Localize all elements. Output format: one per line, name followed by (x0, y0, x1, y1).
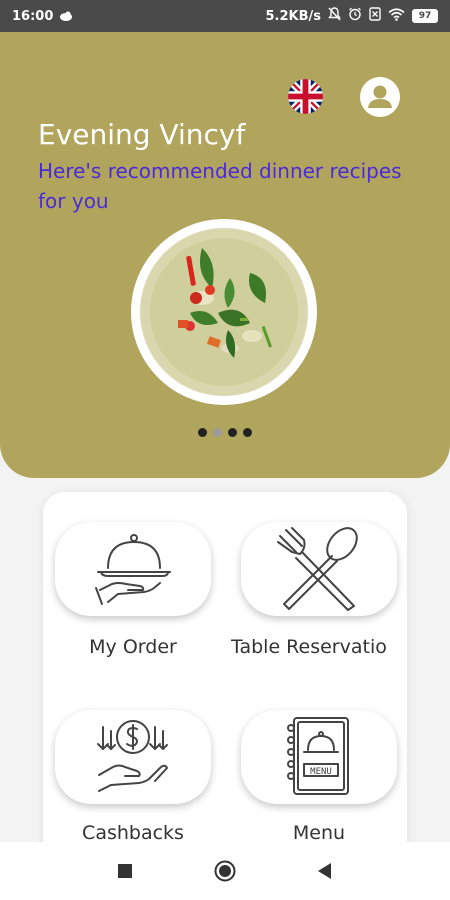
wifi-icon (388, 7, 405, 25)
status-bar: 16:00 5.2KB/s 97 (0, 0, 450, 32)
recipe-image[interactable] (130, 218, 318, 406)
battery-icon: 97 (412, 9, 438, 23)
uk-flag-icon[interactable] (288, 79, 323, 114)
mute-bell-icon (328, 7, 341, 25)
cloche-icon (88, 532, 178, 606)
table-reservation-label: Table Reservatio (231, 636, 387, 658)
my-order-button[interactable] (55, 522, 211, 616)
carousel-dot-active[interactable] (213, 428, 222, 437)
recents-button[interactable] (110, 856, 140, 886)
table-reservation-button[interactable] (241, 522, 397, 616)
back-button[interactable] (310, 856, 340, 886)
cashbacks-button[interactable] (55, 710, 211, 804)
status-right: 5.2KB/s 97 (265, 7, 438, 25)
carousel-dot[interactable] (243, 428, 252, 437)
menu-label: Menu (292, 822, 346, 844)
app-screen: 16:00 5.2KB/s 97 Evening Vincyf Here's r… (0, 0, 450, 900)
greeting-subtitle: Here's recommended dinner recipes for yo… (38, 159, 402, 213)
svg-text:MENU: MENU (310, 767, 332, 777)
menu-book-icon: MENU (284, 714, 354, 800)
fork-spoon-icon (276, 526, 362, 612)
notification-icon (59, 10, 73, 22)
menu-card: My Order Table Reservatio Cashbacks MENU… (43, 492, 407, 900)
my-order-label: My Order (89, 636, 177, 658)
menu-button[interactable]: MENU (241, 710, 397, 804)
alarm-icon (348, 7, 362, 25)
greeting-title: Evening Vincyf (38, 118, 246, 151)
status-time: 16:00 (12, 8, 54, 24)
cashbacks-label: Cashbacks (82, 822, 184, 844)
network-speed: 5.2KB/s (265, 8, 322, 24)
cashback-icon (91, 717, 175, 797)
carousel-indicator (198, 428, 252, 437)
sim-off-icon (369, 7, 381, 25)
system-nav-bar (0, 842, 450, 900)
carousel-dot[interactable] (228, 428, 237, 437)
home-button[interactable] (210, 856, 240, 886)
profile-icon[interactable] (360, 77, 400, 117)
carousel-dot[interactable] (198, 428, 207, 437)
